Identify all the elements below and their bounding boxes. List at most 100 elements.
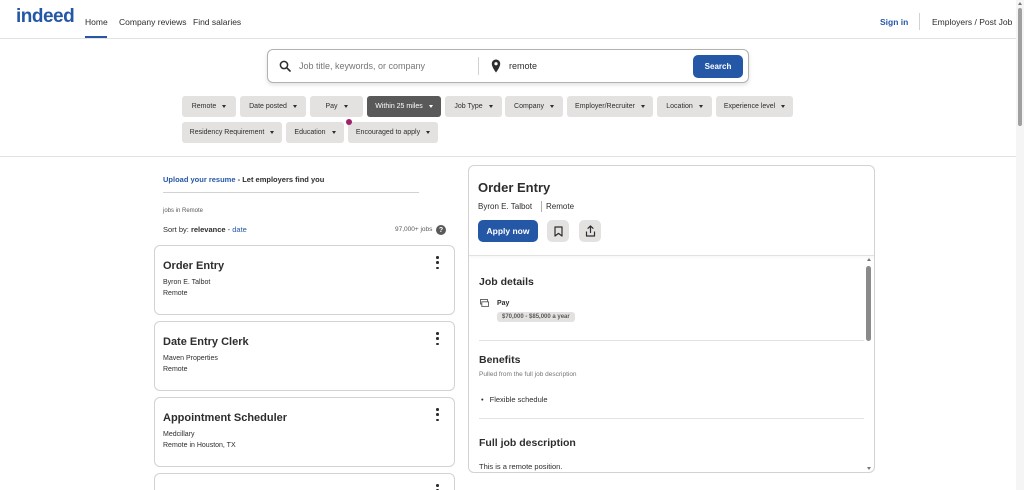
scroll-down-arrow-icon[interactable] bbox=[867, 467, 871, 470]
filter-label: Within 25 miles bbox=[375, 103, 423, 110]
detail-section-divider bbox=[479, 340, 864, 341]
new-filter-indicator-dot bbox=[346, 119, 352, 125]
filter-employer-recruiter[interactable]: Employer/Recruiter bbox=[567, 96, 653, 117]
help-glyph: ? bbox=[438, 226, 444, 234]
filter-encouraged-to-apply[interactable]: Encouraged to apply bbox=[348, 122, 438, 143]
job-card-title[interactable]: Date Entry Clerk bbox=[163, 336, 249, 348]
filter-label: Location bbox=[666, 103, 693, 110]
job-card-order-entry[interactable]: Order Entry Byron E. Talbot Remote bbox=[154, 245, 455, 315]
jobs-in-location-label: jobs in Remote bbox=[163, 208, 204, 214]
job-card-appointment-scheduler[interactable]: Appointment Scheduler Medcillary Remote … bbox=[154, 397, 455, 467]
filter-remote[interactable]: Remote bbox=[182, 96, 236, 117]
detail-section-divider bbox=[479, 418, 864, 419]
detail-scroll-thumb[interactable] bbox=[866, 266, 871, 341]
share-job-button[interactable] bbox=[579, 220, 601, 242]
filter-location[interactable]: Location bbox=[657, 96, 712, 117]
nav-home[interactable]: Home bbox=[85, 17, 108, 27]
job-card-title[interactable]: Order Entry bbox=[163, 260, 224, 272]
help-icon[interactable]: ? bbox=[436, 225, 446, 235]
caret-down-icon bbox=[640, 105, 645, 108]
detail-company-link[interactable]: Byron E. Talbot bbox=[478, 202, 532, 211]
detail-job-title: Order Entry bbox=[478, 180, 551, 195]
detail-location: Remote bbox=[546, 202, 575, 211]
benefits-heading: Benefits bbox=[479, 354, 521, 366]
detail-header-divider bbox=[469, 255, 874, 256]
caret-down-icon bbox=[292, 105, 297, 108]
filter-label: Job Type bbox=[454, 103, 483, 110]
caret-down-icon bbox=[331, 131, 336, 134]
sort-date-option[interactable]: date bbox=[232, 225, 247, 234]
header-divider bbox=[919, 13, 920, 30]
upload-resume-tagline: - Let employers find you bbox=[235, 175, 325, 184]
location-pin-icon bbox=[491, 59, 501, 73]
filter-label: Employer/Recruiter bbox=[575, 103, 635, 110]
upload-resume-link[interactable]: Upload your resume bbox=[163, 175, 236, 184]
detail-separator bbox=[541, 201, 542, 212]
sort-by-label: Sort by: bbox=[163, 225, 191, 234]
filter-date-posted[interactable]: Date posted bbox=[240, 96, 306, 117]
benefit-item: Flexible schedule bbox=[481, 395, 548, 404]
filter-experience-level[interactable]: Experience level bbox=[716, 96, 793, 117]
full-job-description-heading: Full job description bbox=[479, 437, 576, 449]
caret-down-icon bbox=[488, 105, 493, 108]
search-button[interactable]: Search bbox=[693, 55, 743, 78]
filter-distance[interactable]: Within 25 miles bbox=[367, 96, 441, 117]
pay-range-tag: $70,000 - $85,000 a year bbox=[497, 312, 575, 322]
job-detail-panel: Order Entry Byron E. Talbot Remote Apply… bbox=[468, 165, 875, 473]
nav-company-reviews[interactable]: Company reviews bbox=[119, 17, 187, 27]
filter-label: Residency Requirement bbox=[189, 129, 265, 136]
caret-down-icon bbox=[222, 105, 227, 108]
where-location-input[interactable] bbox=[509, 58, 679, 74]
filter-education[interactable]: Education bbox=[286, 122, 344, 143]
money-icon bbox=[480, 299, 489, 307]
caret-down-icon bbox=[428, 105, 433, 108]
filter-pay[interactable]: Pay bbox=[310, 96, 363, 117]
indeed-logo[interactable]: indeed bbox=[16, 6, 75, 28]
filters-divider bbox=[0, 156, 1024, 157]
filter-label: Remote bbox=[191, 103, 217, 110]
filter-label: Encouraged to apply bbox=[355, 129, 421, 136]
scroll-up-arrow-icon[interactable] bbox=[867, 258, 871, 261]
caret-down-icon bbox=[549, 105, 554, 108]
more-options-icon[interactable] bbox=[436, 408, 439, 421]
job-card-company: Medcillary bbox=[163, 431, 195, 438]
filter-label: Pay bbox=[325, 103, 338, 110]
more-options-icon[interactable] bbox=[436, 256, 439, 269]
filter-company[interactable]: Company bbox=[505, 96, 563, 117]
job-card-partial[interactable] bbox=[154, 473, 455, 490]
job-card-company: Maven Properties bbox=[163, 355, 218, 362]
job-card-company: Byron E. Talbot bbox=[163, 279, 211, 286]
pay-label: Pay bbox=[497, 300, 510, 307]
page-scrollbar[interactable] bbox=[1016, 0, 1024, 490]
sort-relevance-option[interactable]: relevance bbox=[191, 225, 226, 234]
filter-label: Date posted bbox=[249, 103, 287, 110]
employers-post-job-link[interactable]: Employers / Post Job bbox=[932, 17, 1012, 27]
filter-residency-requirement[interactable]: Residency Requirement bbox=[182, 122, 282, 143]
more-options-icon[interactable] bbox=[436, 332, 439, 345]
filter-label: Education bbox=[294, 129, 326, 136]
scroll-up-arrow-icon[interactable] bbox=[1018, 2, 1022, 5]
job-description-text: This is a remote position. bbox=[479, 462, 563, 471]
nav-home-active-underline bbox=[85, 36, 107, 38]
caret-down-icon bbox=[781, 105, 786, 108]
more-options-icon[interactable] bbox=[436, 484, 439, 490]
filter-label: Company bbox=[514, 103, 544, 110]
filter-job-type[interactable]: Job Type bbox=[445, 96, 502, 117]
job-details-heading: Job details bbox=[479, 276, 534, 288]
upload-divider bbox=[163, 192, 419, 193]
search-divider bbox=[478, 57, 479, 75]
job-card-date-entry-clerk[interactable]: Date Entry Clerk Maven Properties Remote bbox=[154, 321, 455, 391]
sort-by: Sort by: relevance - date bbox=[163, 225, 247, 234]
save-job-button[interactable] bbox=[547, 220, 569, 242]
job-card-location: Remote in Houston, TX bbox=[163, 442, 236, 449]
what-search-input[interactable] bbox=[299, 58, 469, 74]
job-count: 97,000+ jobs bbox=[395, 226, 433, 233]
filter-label: Experience level bbox=[723, 103, 776, 110]
bookmark-icon bbox=[553, 225, 563, 237]
page-scroll-thumb[interactable] bbox=[1018, 8, 1022, 126]
job-card-title[interactable]: Appointment Scheduler bbox=[163, 412, 287, 424]
apply-now-button[interactable]: Apply now bbox=[478, 220, 538, 242]
detail-scrollbar[interactable] bbox=[865, 256, 873, 472]
sign-in-link[interactable]: Sign in bbox=[880, 17, 908, 27]
nav-find-salaries[interactable]: Find salaries bbox=[193, 17, 241, 27]
